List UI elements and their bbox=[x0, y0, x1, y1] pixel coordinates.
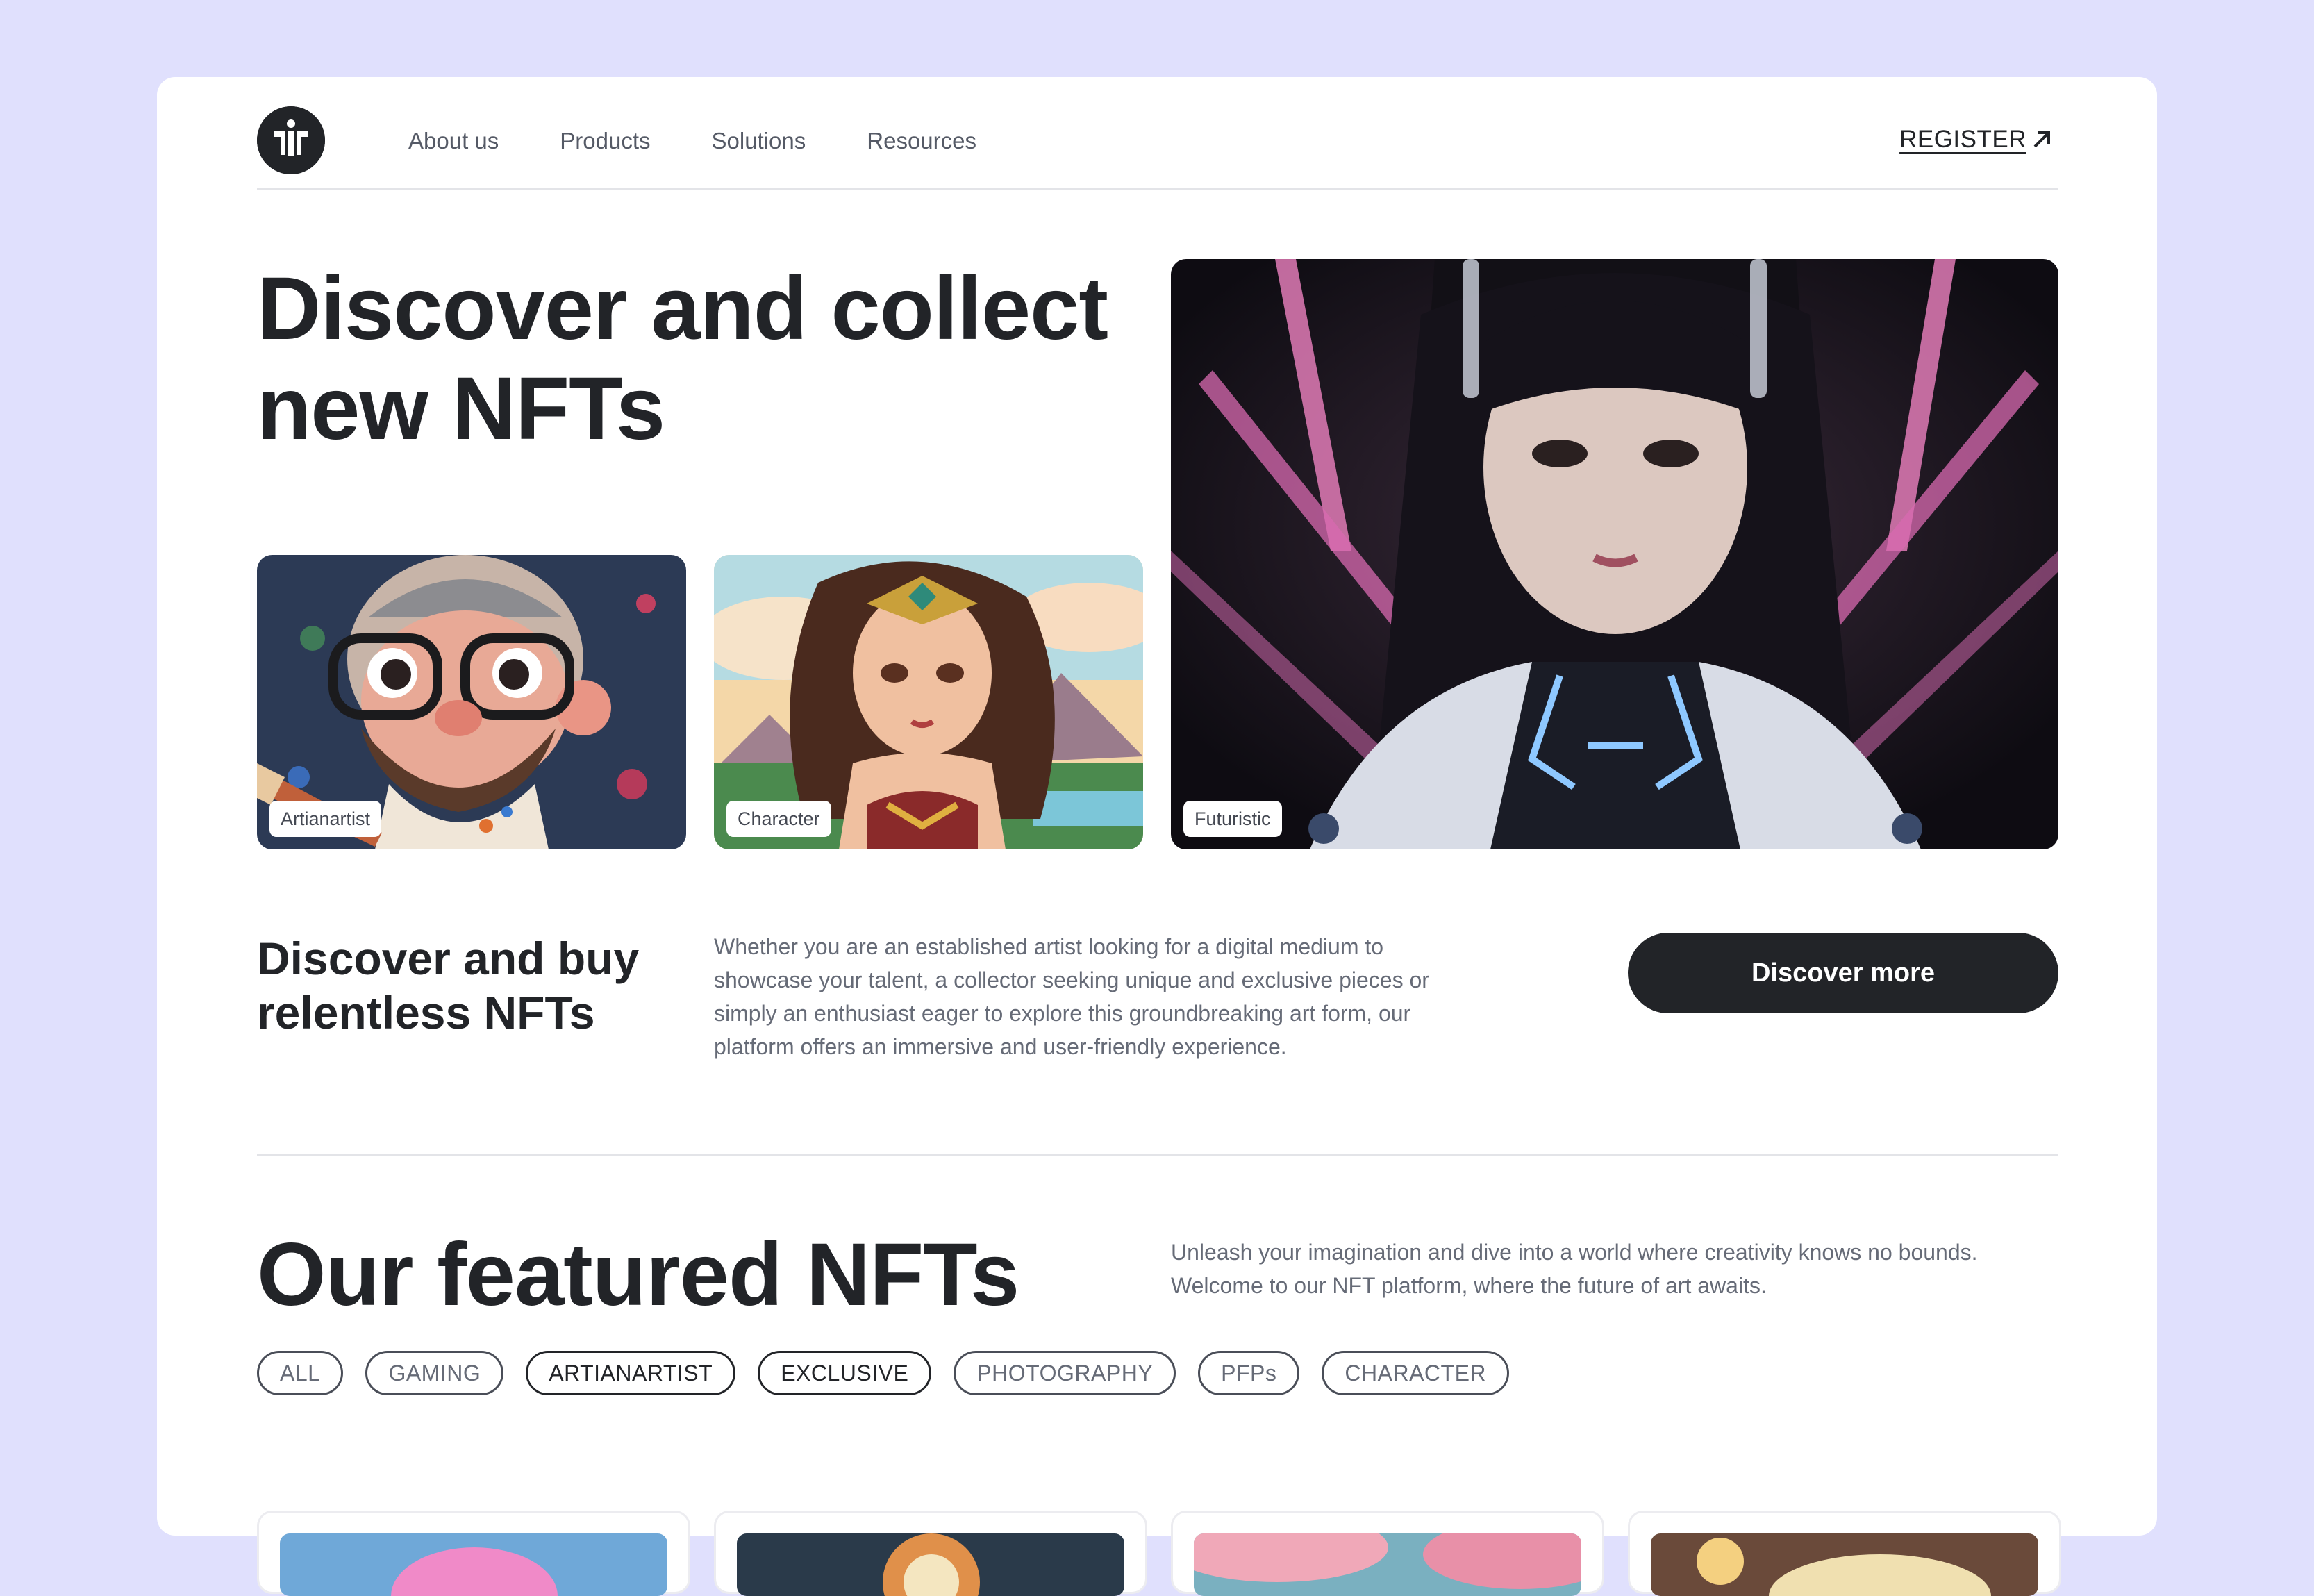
intro-title-line2: relentless NFTs bbox=[257, 987, 595, 1038]
tile-tag-character: Character bbox=[726, 801, 831, 837]
chip-photography[interactable]: PHOTOGRAPHY bbox=[954, 1351, 1176, 1395]
chip-character[interactable]: CHARACTER bbox=[1322, 1351, 1510, 1395]
nav-link-about[interactable]: About us bbox=[408, 123, 499, 159]
featured-nft-card-2[interactable] bbox=[714, 1511, 1147, 1596]
discover-more-button[interactable]: Discover more bbox=[1628, 933, 2058, 1013]
register-label: REGISTER bbox=[1899, 126, 2026, 153]
featured-nft-image-3 bbox=[1194, 1533, 1581, 1596]
featured-nft-card-3[interactable] bbox=[1171, 1511, 1604, 1596]
page-card: About us Products Solutions Resources RE… bbox=[157, 77, 2157, 1596]
nav-links: About us Products Solutions Resources bbox=[408, 123, 1038, 159]
featured-nft-image-2 bbox=[737, 1533, 1124, 1596]
tile-tag-artianartist: Artianartist bbox=[269, 801, 382, 837]
nav-link-solutions[interactable]: Solutions bbox=[712, 123, 806, 159]
hero-title-line2: new NFTs bbox=[257, 359, 665, 458]
featured-nft-card-4[interactable] bbox=[1628, 1511, 2061, 1596]
chip-pfps[interactable]: PFPs bbox=[1198, 1351, 1300, 1395]
featured-title: Our featured NFTs bbox=[257, 1225, 1019, 1324]
nft-tile-character[interactable]: Character bbox=[714, 555, 1143, 849]
brand-logo-icon[interactable] bbox=[257, 106, 325, 174]
featured-description: Unleash your imagination and dive into a… bbox=[1171, 1240, 1978, 1298]
nav-link-resources[interactable]: Resources bbox=[867, 123, 976, 159]
arrow-up-right-icon bbox=[2033, 131, 2050, 148]
chip-gaming[interactable]: GAMING bbox=[365, 1351, 504, 1395]
intro-description: Whether you are an established artist lo… bbox=[714, 934, 1429, 1059]
nft-tile-futuristic[interactable]: Futuristic bbox=[1171, 259, 2058, 849]
chip-artianartist[interactable]: ARTIANARTIST bbox=[526, 1351, 736, 1395]
featured-nft-image-1 bbox=[280, 1533, 667, 1596]
top-nav: About us Products Solutions Resources RE… bbox=[257, 106, 2058, 190]
nav-link-products[interactable]: Products bbox=[560, 123, 650, 159]
intro-title: Discover and buy relentless NFTs bbox=[257, 931, 688, 1040]
chip-all[interactable]: ALL bbox=[257, 1351, 344, 1395]
featured-nft-card-1[interactable] bbox=[257, 1511, 690, 1596]
chip-exclusive[interactable]: EXCLUSIVE bbox=[758, 1351, 932, 1395]
hero-title: Discover and collect new NFTs bbox=[257, 259, 1229, 459]
register-link[interactable]: REGISTER bbox=[1899, 126, 2054, 153]
futuristic-girl-image bbox=[1171, 259, 2058, 849]
filter-chips: ALL GAMING ARTIANARTIST EXCLUSIVE PHOTOG… bbox=[257, 1351, 1531, 1395]
intro-title-line1: Discover and buy bbox=[257, 933, 640, 984]
hero-title-line1: Discover and collect bbox=[257, 259, 1108, 358]
section-divider bbox=[257, 1154, 2058, 1156]
featured-nft-image-4 bbox=[1651, 1533, 2038, 1596]
tile-tag-futuristic: Futuristic bbox=[1183, 801, 1282, 837]
nft-tile-artianartist[interactable]: Artianartist bbox=[257, 555, 686, 849]
